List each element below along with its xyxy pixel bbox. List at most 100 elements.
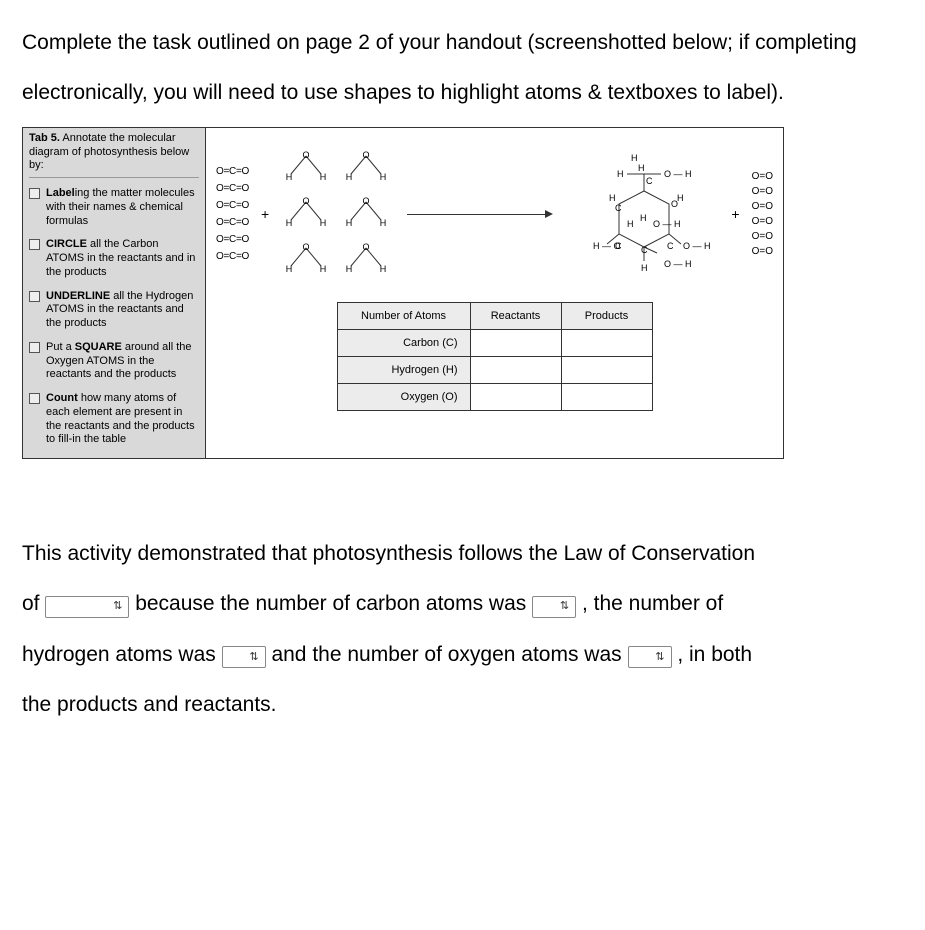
fill-line-2: of ⇅ because the number of carbon atoms … — [22, 579, 903, 629]
svg-text:H: H — [346, 264, 353, 274]
glucose-molecule-icon: O H H H O — H C H H H — O O — H H H — [569, 149, 719, 279]
blank-select-carbon[interactable]: ⇅ — [532, 596, 576, 618]
updown-icon: ⇅ — [249, 652, 258, 663]
o2-formula: O=O — [752, 216, 773, 227]
svg-text:H: H — [609, 193, 616, 203]
water-molecule-icon: O H H — [341, 148, 391, 182]
water-molecule-icon: O H H — [341, 194, 391, 228]
task-list: Labeling the matter molecules with their… — [29, 182, 199, 452]
co2-formula: O=C=O — [216, 183, 249, 194]
svg-text:H: H — [641, 263, 648, 273]
fill-line-3: hydrogen atoms was ⇅ and the number of o… — [22, 630, 903, 680]
updown-icon: ⇅ — [560, 601, 569, 612]
water-molecules: O H H O H H O H H O H H O H H — [281, 148, 391, 280]
table-header: Products — [561, 302, 652, 329]
svg-text:O — H: O — H — [664, 259, 692, 269]
water-molecule-icon: O H H — [341, 240, 391, 274]
svg-text:H: H — [286, 218, 293, 228]
table-header: Reactants — [470, 302, 561, 329]
molecular-diagram: O=C=O O=C=O O=C=O O=C=O O=C=O O=C=O + O … — [216, 144, 773, 284]
handout-sidebar: Tab 5. Annotate the molecular diagram of… — [23, 128, 206, 458]
o2-formula: O=O — [752, 171, 773, 182]
svg-text:H: H — [640, 213, 647, 223]
svg-text:O: O — [303, 150, 310, 160]
o2-formula: O=O — [752, 186, 773, 197]
svg-text:H: H — [380, 264, 387, 274]
svg-text:C: C — [646, 176, 653, 186]
svg-text:H: H — [617, 169, 624, 179]
svg-text:C: C — [641, 245, 648, 255]
svg-text:H: H — [631, 153, 638, 163]
co2-formula: O=C=O — [216, 166, 249, 177]
svg-text:H: H — [286, 264, 293, 274]
svg-text:O: O — [303, 196, 310, 206]
task-item: Labeling the matter molecules with their… — [29, 182, 199, 233]
table-cell — [470, 383, 561, 410]
checkbox-icon — [29, 291, 40, 302]
task-item: CIRCLE all the Carbon ATOMS in the react… — [29, 233, 199, 284]
blank-select-oxygen[interactable]: ⇅ — [628, 646, 672, 668]
o2-formula: O=O — [752, 246, 773, 257]
plus-icon: + — [729, 206, 741, 222]
svg-text:H: H — [346, 172, 353, 182]
water-molecule-icon: O H H — [281, 240, 331, 274]
svg-text:H: H — [677, 193, 684, 203]
svg-text:H: H — [320, 264, 327, 274]
svg-text:O: O — [363, 242, 370, 252]
task-item: UNDERLINE all the Hydrogen ATOMS in the … — [29, 285, 199, 336]
svg-text:H: H — [380, 218, 387, 228]
svg-text:H: H — [380, 172, 387, 182]
svg-text:O: O — [363, 196, 370, 206]
updown-icon: ⇅ — [113, 601, 122, 612]
svg-text:C: C — [615, 241, 622, 251]
checkbox-icon — [29, 393, 40, 404]
co2-formula: O=C=O — [216, 251, 249, 262]
table-rowhead: Oxygen (O) — [337, 383, 470, 410]
co2-molecules: O=C=O O=C=O O=C=O O=C=O O=C=O O=C=O — [216, 166, 249, 262]
svg-text:H: H — [346, 218, 353, 228]
reaction-arrow-icon — [407, 213, 553, 215]
updown-icon: ⇅ — [655, 652, 664, 663]
table-cell — [561, 329, 652, 356]
svg-text:H: H — [627, 219, 634, 229]
table-cell — [470, 356, 561, 383]
svg-text:O — H: O — H — [664, 169, 692, 179]
atoms-table: Number of Atoms Reactants Products Carbo… — [337, 302, 653, 411]
intro-paragraph: Complete the task outlined on page 2 of … — [22, 18, 903, 119]
svg-text:C: C — [667, 241, 674, 251]
svg-text:O: O — [363, 150, 370, 160]
fill-in-paragraph: This activity demonstrated that photosyn… — [22, 529, 903, 731]
plus-icon: + — [259, 206, 271, 222]
handout-title-prefix: Tab 5. — [29, 132, 60, 144]
o2-formula: O=O — [752, 231, 773, 242]
svg-text:C: C — [615, 203, 622, 213]
co2-formula: O=C=O — [216, 234, 249, 245]
task-item: Put a SQUARE around all the Oxygen ATOMS… — [29, 336, 199, 387]
checkbox-icon — [29, 239, 40, 250]
svg-text:O — H: O — H — [653, 219, 681, 229]
co2-formula: O=C=O — [216, 200, 249, 211]
table-rowhead: Carbon (C) — [337, 329, 470, 356]
svg-text:H: H — [320, 218, 327, 228]
table-cell — [561, 356, 652, 383]
handout-panel: Tab 5. Annotate the molecular diagram of… — [22, 127, 784, 459]
svg-text:H: H — [286, 172, 293, 182]
handout-main: O=C=O O=C=O O=C=O O=C=O O=C=O O=C=O + O … — [206, 128, 783, 458]
fill-line-1: This activity demonstrated that photosyn… — [22, 529, 903, 579]
table-cell — [470, 329, 561, 356]
handout-title: Tab 5. Annotate the molecular diagram of… — [29, 132, 199, 178]
checkbox-icon — [29, 188, 40, 199]
blank-select-hydrogen[interactable]: ⇅ — [222, 646, 266, 668]
svg-text:H: H — [320, 172, 327, 182]
co2-formula: O=C=O — [216, 217, 249, 228]
task-item: Count how many atoms of each element are… — [29, 387, 199, 452]
table-rowhead: Hydrogen (H) — [337, 356, 470, 383]
svg-text:H: H — [638, 163, 645, 173]
o2-molecules: O=O O=O O=O O=O O=O O=O — [752, 171, 773, 257]
svg-text:O: O — [303, 242, 310, 252]
blank-select-conservation[interactable]: ⇅ — [45, 596, 129, 618]
table-cell — [561, 383, 652, 410]
o2-formula: O=O — [752, 201, 773, 212]
water-molecule-icon: O H H — [281, 194, 331, 228]
fill-line-4: the products and reactants. — [22, 680, 903, 730]
